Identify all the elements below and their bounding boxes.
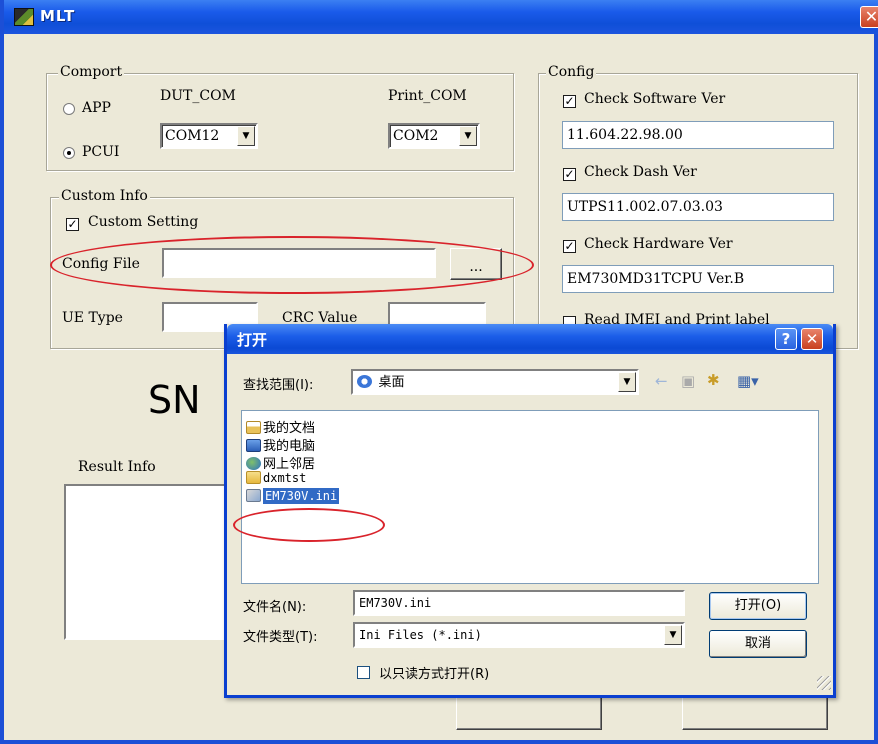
pcui-radio-label: PCUI	[82, 144, 120, 160]
new-folder-icon[interactable]: ✱	[707, 371, 720, 389]
check-software-checkbox[interactable]: ✓	[563, 95, 576, 108]
dut-com-label: DUT_COM	[160, 88, 236, 104]
check-dash-checkbox[interactable]: ✓	[563, 168, 576, 181]
file-name-value: EM730V.ini	[359, 596, 432, 610]
browse-button[interactable]: ...	[450, 248, 502, 280]
pcui-radio[interactable]	[63, 147, 75, 159]
my-documents-icon	[246, 421, 261, 434]
cancel-button-label: 取消	[744, 636, 771, 651]
open-file-dialog: 打开 ? ✕ 查找范围(I): 桌面 ▼ ← ▣ ✱ ▦▾ 我的文档 我的电脑 …	[224, 324, 836, 698]
look-in-label: 查找范围(I):	[243, 378, 314, 393]
look-in-select[interactable]: 桌面 ▼	[351, 369, 639, 395]
my-computer-icon	[246, 439, 261, 452]
check-hardware-label: Check Hardware Ver	[584, 236, 733, 252]
app-radio[interactable]	[63, 103, 75, 115]
open-button[interactable]: 打开(O)	[709, 592, 807, 620]
chevron-down-icon[interactable]: ▼	[459, 126, 477, 146]
folder-icon	[246, 471, 261, 484]
custom-setting-label: Custom Setting	[88, 214, 199, 230]
resize-grip-icon[interactable]	[817, 676, 831, 690]
desktop-icon	[357, 375, 372, 388]
file-name: 我的文档	[263, 421, 316, 436]
list-item-selected[interactable]: EM730V.ini	[246, 488, 340, 507]
browse-label: ...	[469, 259, 483, 275]
print-com-value: COM2	[393, 128, 439, 144]
file-name: dxmtst	[263, 471, 307, 485]
custom-info-legend: Custom Info	[59, 188, 150, 204]
check-hardware-checkbox[interactable]: ✓	[563, 240, 576, 253]
file-type-label: 文件类型(T):	[243, 630, 318, 645]
file-name-input[interactable]: EM730V.ini	[353, 590, 685, 616]
dut-com-value: COM12	[165, 128, 220, 144]
dialog-title-bar[interactable]: 打开 ? ✕	[227, 324, 833, 354]
view-menu-icon[interactable]: ▦▾	[737, 372, 759, 390]
comport-legend: Comport	[58, 64, 125, 80]
sn-label: SN	[148, 378, 201, 422]
close-button[interactable]: ✕	[860, 6, 878, 28]
check-dash-label: Check Dash Ver	[584, 164, 697, 180]
dialog-title: 打开	[237, 331, 268, 349]
custom-setting-checkbox[interactable]: ✓	[66, 218, 79, 231]
readonly-checkbox[interactable]	[357, 666, 370, 679]
file-name: 我的电脑	[263, 439, 316, 454]
file-name-label: 文件名(N):	[243, 600, 307, 615]
file-list[interactable]: 我的文档 我的电脑 网上邻居 dxmtst EM730V.ini	[241, 410, 819, 584]
software-ver-input[interactable]: 11.604.22.98.00	[562, 121, 834, 149]
help-button[interactable]: ?	[775, 328, 797, 350]
config-legend: Config	[546, 64, 597, 80]
config-file-input[interactable]	[162, 248, 436, 278]
file-type-select[interactable]: Ini Files (*.ini) ▼	[353, 622, 685, 648]
window-title: MLT	[40, 7, 76, 25]
file-name: EM730V.ini	[263, 488, 340, 504]
dash-ver-input[interactable]: UTPS11.002.07.03.03	[562, 193, 834, 221]
print-com-label: Print_COM	[388, 88, 467, 104]
ue-type-label: UE Type	[62, 310, 123, 326]
dialog-close-button[interactable]: ✕	[801, 328, 823, 350]
result-info-box[interactable]	[64, 484, 244, 640]
network-places-icon	[246, 457, 261, 470]
readonly-label: 以只读方式打开(R)	[379, 667, 490, 682]
chevron-down-icon[interactable]: ▼	[237, 126, 255, 146]
hardware-ver-input[interactable]: EM730MD31TCPU Ver.B	[562, 265, 834, 293]
title-bar[interactable]: MLT ✕	[4, 0, 878, 34]
list-item[interactable]: 我的文档	[246, 417, 316, 436]
look-in-value: 桌面	[378, 375, 405, 390]
up-folder-icon[interactable]: ▣	[681, 372, 695, 390]
cancel-button[interactable]: 取消	[709, 630, 807, 658]
app-icon	[14, 8, 34, 26]
list-item[interactable]: 我的电脑	[246, 435, 316, 454]
dut-com-select[interactable]: COM12 ▼	[160, 123, 258, 149]
back-icon[interactable]: ←	[655, 372, 668, 390]
file-type-value: Ini Files (*.ini)	[359, 628, 482, 642]
list-item[interactable]: 网上邻居	[246, 453, 316, 472]
open-button-label: 打开(O)	[734, 598, 782, 613]
ini-file-icon	[246, 489, 261, 502]
print-com-select[interactable]: COM2 ▼	[388, 123, 480, 149]
chevron-down-icon[interactable]: ▼	[618, 372, 636, 392]
file-name: 网上邻居	[263, 457, 316, 472]
app-radio-label: APP	[82, 100, 111, 116]
config-file-label: Config File	[62, 256, 140, 272]
result-info-label: Result Info	[78, 459, 156, 475]
check-software-label: Check Software Ver	[584, 91, 726, 107]
chevron-down-icon[interactable]: ▼	[664, 625, 682, 645]
list-item[interactable]: dxmtst	[246, 471, 306, 489]
